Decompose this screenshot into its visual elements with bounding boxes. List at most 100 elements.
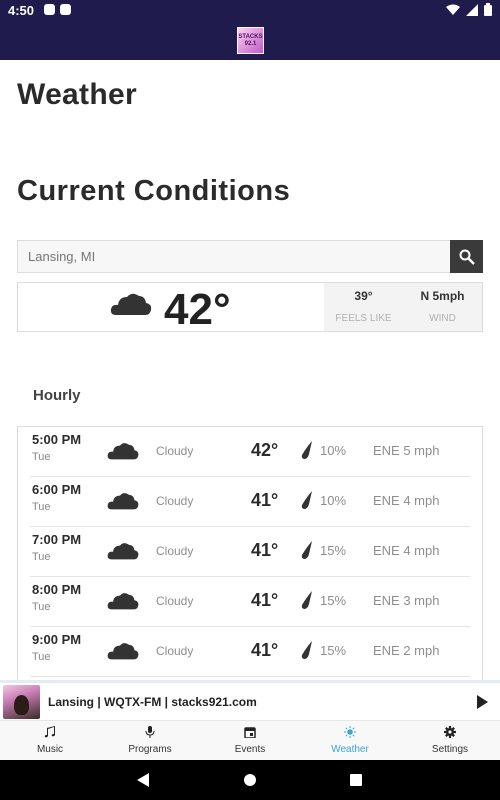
recent-apps-icon[interactable] xyxy=(350,774,362,786)
hour-day: Tue xyxy=(32,651,51,663)
app-notification-icon xyxy=(44,4,55,15)
wind-value: N 5mph xyxy=(420,289,465,303)
hour-day: Tue xyxy=(32,551,51,563)
hour-time: 5:00 PM xyxy=(32,432,82,447)
location-search-input[interactable] xyxy=(18,241,451,272)
gear-icon xyxy=(444,726,456,738)
hour-time: 8:00 PM xyxy=(32,582,82,597)
section-title-current-conditions: Current Conditions xyxy=(17,175,291,207)
cloud-icon xyxy=(107,643,139,660)
hour-precipitation: 15% xyxy=(320,543,347,558)
hourly-row: 7:00 PM Tue Cloudy 41° 15% ENE 4 mph xyxy=(30,527,470,577)
wifi-icon xyxy=(446,4,460,15)
hour-precipitation: 10% xyxy=(320,443,347,458)
tab-weather[interactable]: Weather xyxy=(300,721,400,761)
tab-programs-label: Programs xyxy=(128,744,172,755)
tab-programs[interactable]: Programs xyxy=(100,721,200,761)
now-playing-thumbnail xyxy=(3,685,40,719)
raindrop-icon xyxy=(301,491,312,509)
system-indicators xyxy=(446,3,492,16)
hour-wind: ENE 4 mph xyxy=(373,543,440,558)
status-bar: 4:50 xyxy=(0,0,500,22)
hour-day: Tue xyxy=(32,501,51,513)
hour-temperature: 42° xyxy=(251,440,279,460)
now-playing-bar[interactable]: Lansing | WQTX-FM | stacks921.com xyxy=(0,680,500,720)
tab-settings[interactable]: Settings xyxy=(400,721,500,761)
hour-time: 7:00 PM xyxy=(32,532,82,547)
raindrop-icon xyxy=(301,541,312,559)
tab-settings-label: Settings xyxy=(431,744,469,755)
hourly-row: 9:00 PM Tue Cloudy 41° 15% ENE 2 mph xyxy=(30,627,470,677)
hour-temperature: 41° xyxy=(251,640,279,660)
search-icon xyxy=(459,249,475,265)
hour-condition: Cloudy xyxy=(156,644,194,658)
hour-wind: ENE 2 mph xyxy=(373,643,440,658)
hourly-row: 5:00 PM Tue Cloudy 42° 10% ENE 5 mph xyxy=(30,427,470,477)
search-button[interactable] xyxy=(450,240,483,273)
tab-music-label: Music xyxy=(36,744,64,755)
cloud-icon xyxy=(107,493,139,510)
calendar-icon xyxy=(244,727,256,738)
home-icon[interactable] xyxy=(244,774,256,786)
feels-like-stat: 39° FEELS LIKE xyxy=(324,289,403,324)
tab-weather-label: Weather xyxy=(331,744,369,755)
play-icon[interactable] xyxy=(477,695,488,709)
bottom-tab-bar: Music Programs Events Weather Settings xyxy=(0,720,500,760)
page-title: Weather xyxy=(17,78,137,111)
feels-like-value: 39° xyxy=(354,289,373,303)
raindrop-icon xyxy=(301,641,312,659)
station-logo[interactable]: STACKS 92.1 xyxy=(237,27,264,54)
hour-day: Tue xyxy=(32,601,51,613)
hourly-title: Hourly xyxy=(33,387,81,404)
cloud-icon xyxy=(107,443,139,460)
hour-wind: ENE 4 mph xyxy=(373,493,440,508)
hour-condition: Cloudy xyxy=(156,444,194,458)
system-navigation-bar xyxy=(0,760,500,800)
logo-text: STACKS 92.1 xyxy=(238,33,263,47)
cloud-icon xyxy=(107,543,139,560)
raindrop-icon xyxy=(301,441,312,459)
location-search xyxy=(17,240,483,273)
tab-events-label: Events xyxy=(234,744,266,755)
hour-precipitation: 15% xyxy=(320,593,347,608)
current-temperature: 42° xyxy=(164,285,231,334)
hour-temperature: 41° xyxy=(251,590,279,610)
hour-temperature: 41° xyxy=(251,490,279,510)
signal-icon xyxy=(466,3,478,16)
current-stats: 39° FEELS LIKE N 5mph WIND xyxy=(324,283,482,331)
hourly-row: 6:00 PM Tue Cloudy 41° 10% ENE 4 mph xyxy=(30,477,470,527)
notification-icons xyxy=(44,4,71,15)
hour-wind: ENE 3 mph xyxy=(373,593,440,608)
wind-stat: N 5mph WIND xyxy=(403,289,482,324)
hour-time: 6:00 PM xyxy=(32,482,82,497)
feels-like-label: FEELS LIKE xyxy=(335,313,392,324)
current-conditions-card: 42° 39° FEELS LIKE N 5mph WIND xyxy=(17,282,483,334)
sun-icon xyxy=(344,726,356,738)
hour-precipitation: 15% xyxy=(320,643,347,658)
sd-card-icon xyxy=(60,4,71,15)
hourly-row: 8:00 PM Tue Cloudy 41° 15% ENE 3 mph xyxy=(30,577,470,627)
battery-icon xyxy=(484,3,492,16)
back-icon[interactable] xyxy=(137,773,149,787)
now-playing-title: Lansing | WQTX-FM | stacks921.com xyxy=(48,695,257,709)
tab-music[interactable]: Music xyxy=(0,721,100,761)
hour-condition: Cloudy xyxy=(156,494,194,508)
hour-time: 9:00 PM xyxy=(32,632,82,647)
hour-condition: Cloudy xyxy=(156,594,194,608)
hour-day: Tue xyxy=(32,451,51,463)
hourly-forecast-list[interactable]: 5:00 PM Tue Cloudy 42° 10% ENE 5 mph 6:0… xyxy=(17,426,483,680)
app-header: STACKS 92.1 xyxy=(0,22,500,60)
wind-label: WIND xyxy=(429,313,456,324)
hour-temperature: 41° xyxy=(251,540,279,560)
cloud-icon xyxy=(107,593,139,610)
microphone-icon xyxy=(145,726,155,738)
tab-events[interactable]: Events xyxy=(200,721,300,761)
hour-condition: Cloudy xyxy=(156,544,194,558)
hour-precipitation: 10% xyxy=(320,493,347,508)
hour-wind: ENE 5 mph xyxy=(373,443,440,458)
music-note-icon xyxy=(44,726,55,738)
weather-content[interactable]: Weather Current Conditions 42° 39° FEELS… xyxy=(0,60,500,680)
cloud-icon xyxy=(110,293,152,315)
raindrop-icon xyxy=(301,591,312,609)
status-time: 4:50 xyxy=(8,3,35,18)
